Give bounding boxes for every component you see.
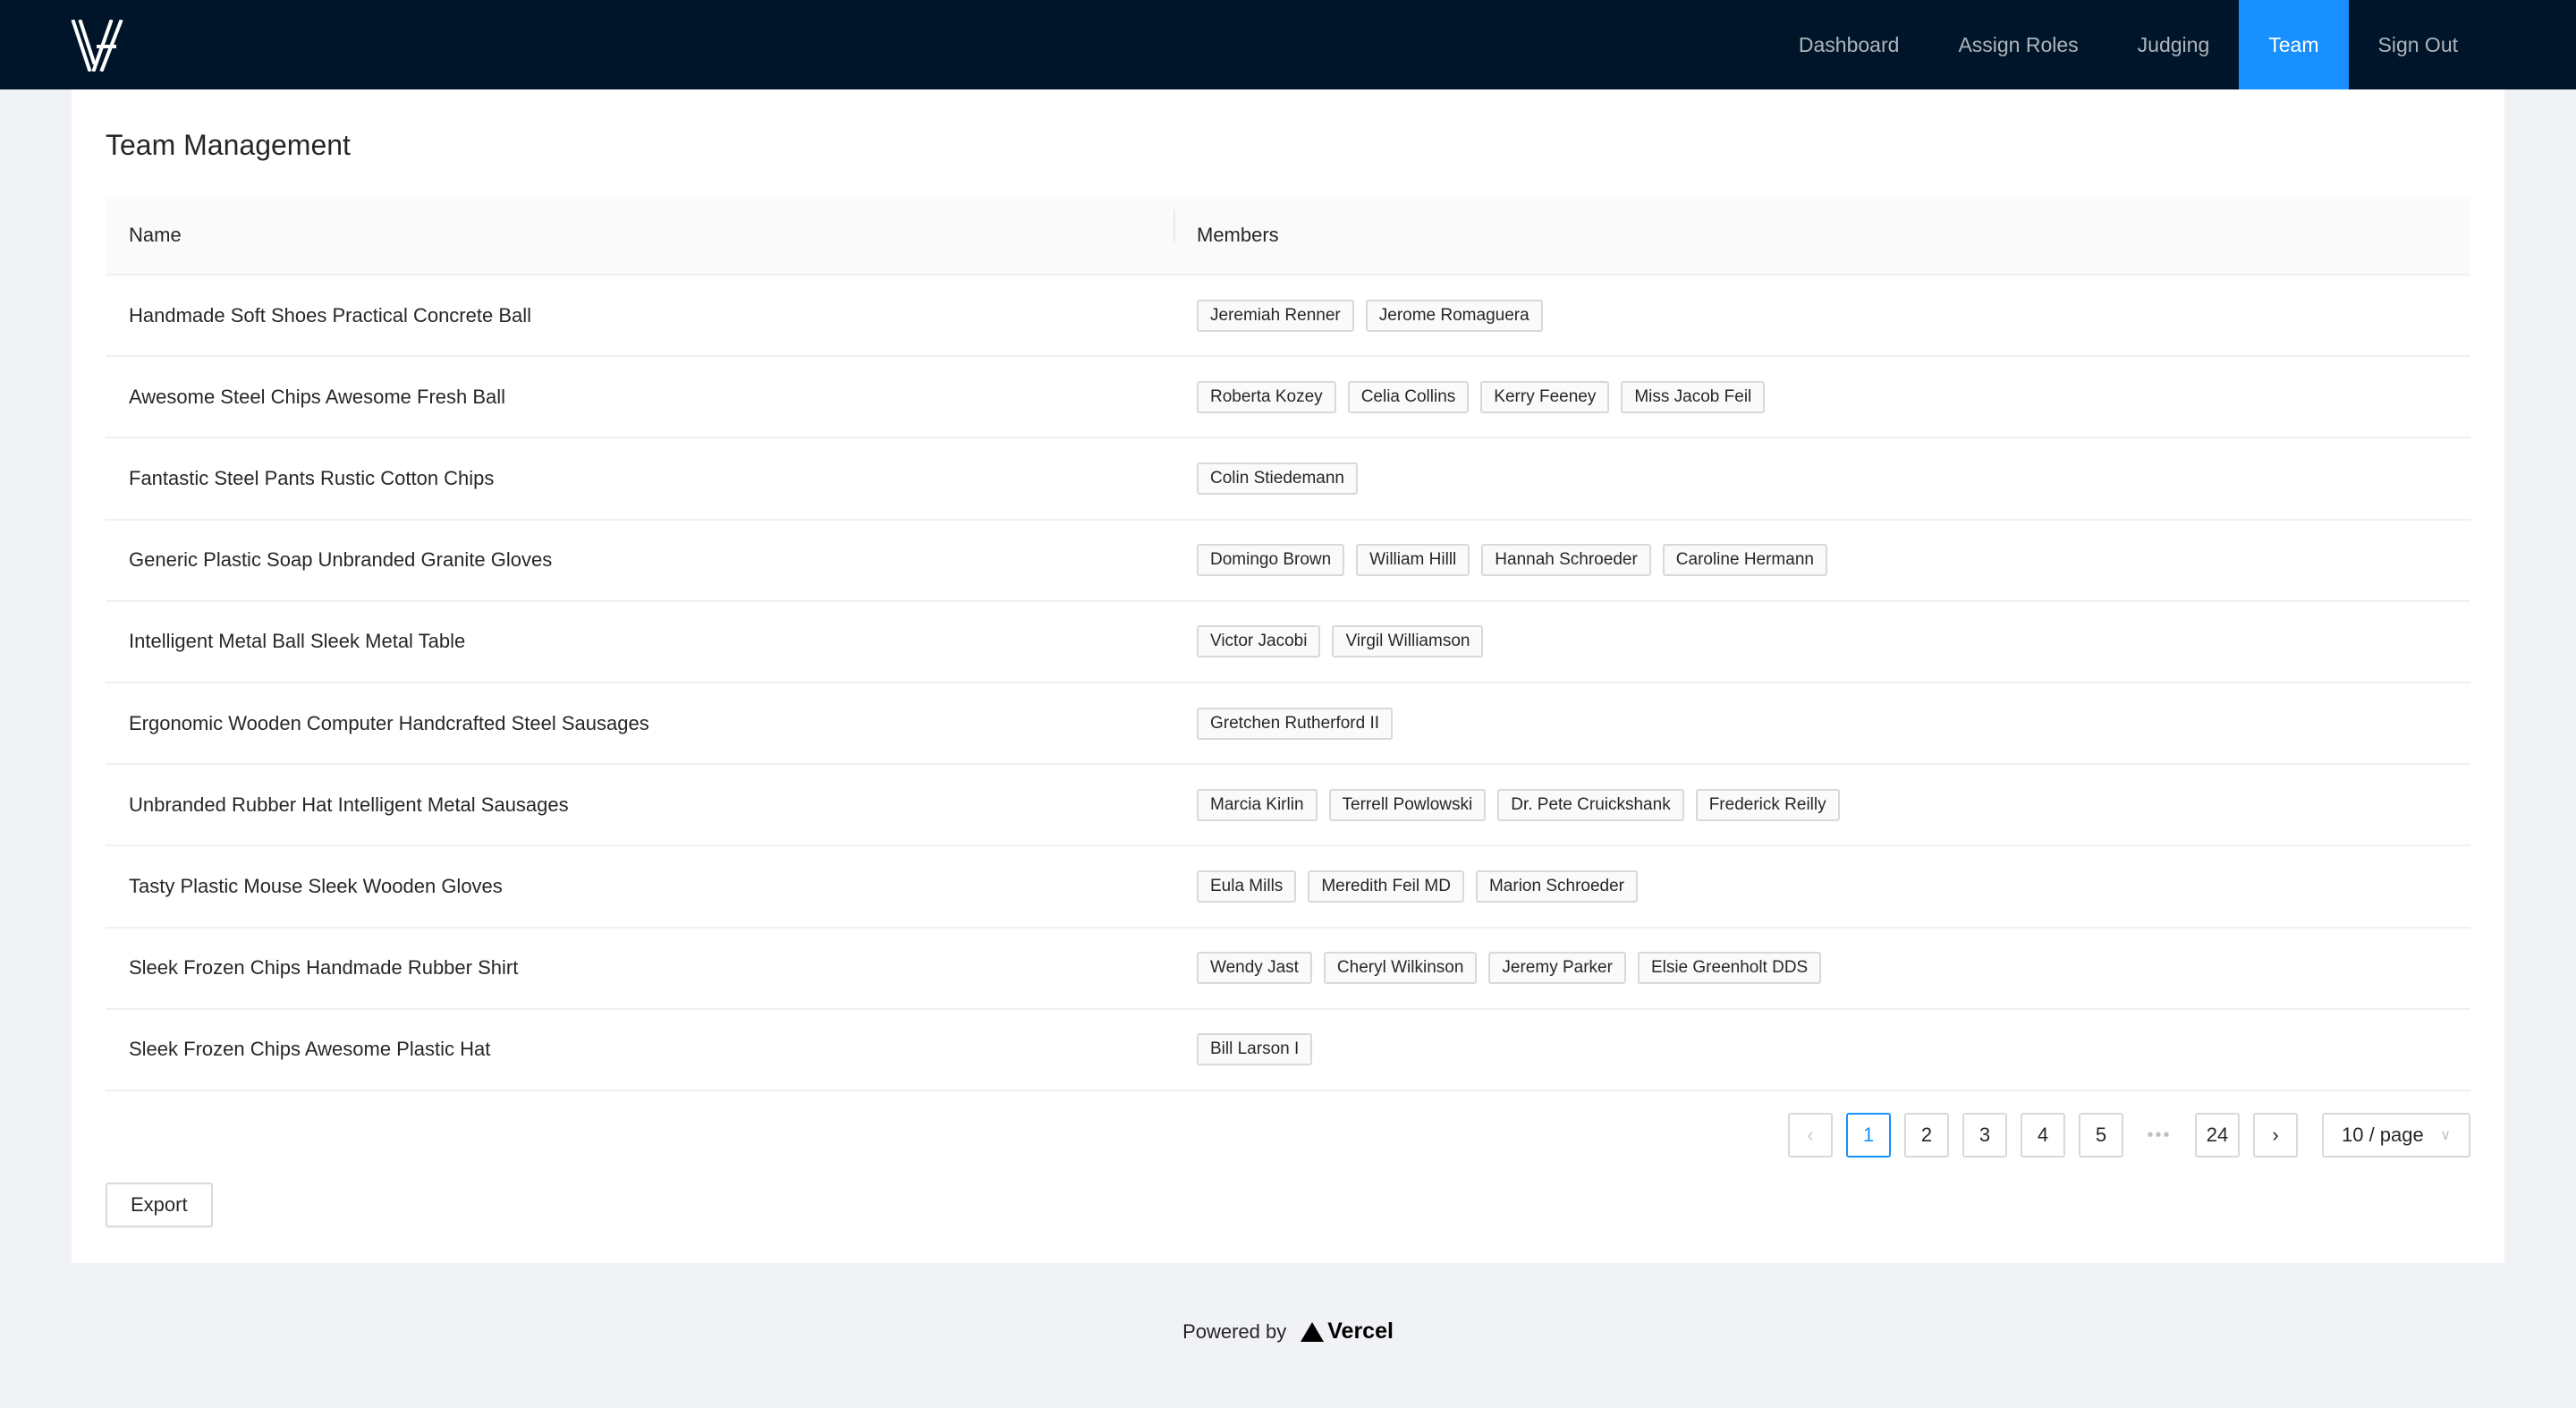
nav-assign-roles[interactable]: Assign Roles	[1928, 0, 2107, 89]
member-tag: Victor Jacobi	[1197, 625, 1321, 658]
members-cell: Marcia Kirlin Terrell Powlowski Dr. Pete C…	[1174, 788, 2470, 821]
table-row: Ergonomic Wooden Computer Handcrafted St…	[106, 683, 2470, 766]
member-tag: Bill Larson I	[1197, 1033, 1313, 1066]
member-tag: Marcia Kirlin	[1197, 788, 1318, 821]
table-body: Handmade Soft Shoes Practical Concrete B…	[106, 276, 2470, 1091]
table-row: Unbranded Rubber Hat Intelligent Metal S…	[106, 765, 2470, 847]
page-title: Team Management	[106, 129, 351, 161]
table-row: Fantastic Steel Pants Rustic Cotton Chip…	[106, 438, 2470, 521]
member-tag: Colin Stiedemann	[1197, 462, 1358, 495]
team-name-cell: Awesome Steel Chips Awesome Fresh Ball	[129, 385, 506, 408]
team-name-cell: Tasty Plastic Mouse Sleek Wooden Gloves	[129, 874, 503, 897]
page-button-5[interactable]: 5	[2079, 1113, 2123, 1158]
member-tag: Jeremiah Renner	[1197, 299, 1354, 332]
table-row: Generic Plastic Soap Unbranded Granite G…	[106, 521, 2470, 602]
table-row: Handmade Soft Shoes Practical Concrete B…	[106, 276, 2470, 358]
pagination: ‹ 1 2 3 4 5 ••• 24 › 10 / page ∨	[1788, 1113, 2470, 1158]
page-size-select[interactable]: 10 / page ∨	[2322, 1113, 2470, 1158]
member-tag: Jerome Romaguera	[1365, 299, 1543, 332]
member-tag: Caroline Hermann	[1662, 544, 1827, 577]
members-cell: Roberta Kozey Celia Collins Kerry Feeney Mi…	[1174, 380, 2470, 413]
page-button-2[interactable]: 2	[1904, 1113, 1949, 1158]
jump-next-ellipsis[interactable]: •••	[2137, 1125, 2182, 1146]
chevron-right-icon: ›	[2272, 1124, 2279, 1146]
member-tag: Miss Jacob Feil	[1621, 380, 1766, 413]
table-row: Sleek Frozen Chips Awesome Plastic Hat Bi…	[106, 1010, 2470, 1091]
member-tag: Meredith Feil MD	[1308, 869, 1464, 903]
member-tag: Terrell Powlowski	[1328, 788, 1487, 821]
nav-sign-out[interactable]: Sign Out	[2349, 0, 2488, 89]
footer: Powered by Vercel	[0, 1319, 2576, 1344]
member-tag: Celia Collins	[1347, 380, 1470, 413]
member-tag: Frederick Reilly	[1695, 788, 1840, 821]
team-name-cell: Sleek Frozen Chips Handmade Rubber Shirt	[129, 956, 519, 980]
member-tag: Wendy Jast	[1197, 952, 1312, 985]
table-row: Intelligent Metal Ball Sleek Metal Table…	[106, 602, 2470, 683]
team-name-cell: Ergonomic Wooden Computer Handcrafted St…	[129, 711, 649, 734]
prev-page-button[interactable]: ‹	[1788, 1113, 1833, 1158]
app-logo-icon[interactable]	[70, 19, 125, 72]
chevron-down-icon: ∨	[2440, 1128, 2451, 1143]
page-button-4[interactable]: 4	[2021, 1113, 2065, 1158]
table-row: Tasty Plastic Mouse Sleek Wooden Gloves E…	[106, 846, 2470, 929]
members-cell: Domingo Brown William Hilll Hannah Schroed…	[1174, 544, 2470, 577]
content-card: Team Management Name Members Handmade So…	[72, 89, 2504, 1263]
page-button-1[interactable]: 1	[1846, 1113, 1891, 1158]
vercel-brand-text: Vercel	[1327, 1319, 1394, 1344]
main-nav: Dashboard Assign Roles Judging Team Sign…	[1769, 0, 2576, 89]
vercel-triangle-icon	[1301, 1321, 1325, 1342]
member-tag: Hannah Schroeder	[1481, 544, 1651, 577]
member-tag: William Hilll	[1356, 544, 1470, 577]
member-tag: Domingo Brown	[1197, 544, 1345, 577]
member-tag: Roberta Kozey	[1197, 380, 1336, 413]
member-tag: Virgil Williamson	[1332, 625, 1484, 658]
team-name-cell: Unbranded Rubber Hat Intelligent Metal S…	[129, 793, 569, 816]
member-tag: Dr. Pete Cruickshank	[1497, 788, 1684, 821]
member-tag: Elsie Greenholt DDS	[1637, 952, 1822, 985]
table-row: Awesome Steel Chips Awesome Fresh Ball Ro…	[106, 357, 2470, 439]
member-tag: Cheryl Wilkinson	[1323, 952, 1478, 985]
member-tag: Jeremy Parker	[1488, 952, 1626, 985]
table-header: Name Members	[106, 197, 2470, 276]
column-header-members: Members	[1174, 209, 2470, 247]
team-name-cell: Handmade Soft Shoes Practical Concrete B…	[129, 303, 532, 327]
team-name-cell: Generic Plastic Soap Unbranded Granite G…	[129, 548, 553, 572]
nav-team[interactable]: Team	[2239, 0, 2349, 89]
members-cell: Jeremiah Renner Jerome Romaguera	[1174, 299, 2470, 332]
page-button-3[interactable]: 3	[1962, 1113, 2007, 1158]
members-cell: Eula Mills Meredith Feil MD Marion Schroed…	[1174, 869, 2470, 903]
nav-judging[interactable]: Judging	[2108, 0, 2240, 89]
table-row: Sleek Frozen Chips Handmade Rubber Shirt…	[106, 929, 2470, 1010]
teams-table: Name Members Handmade Soft Shoes Practic…	[106, 197, 2470, 1091]
chevron-left-icon: ‹	[1807, 1124, 1814, 1146]
top-nav-bar: Dashboard Assign Roles Judging Team Sign…	[0, 0, 2576, 89]
team-name-cell: Fantastic Steel Pants Rustic Cotton Chip…	[129, 466, 495, 489]
next-page-button[interactable]: ›	[2253, 1113, 2298, 1158]
member-tag: Eula Mills	[1197, 869, 1297, 903]
page-size-value: 10 / page	[2342, 1124, 2424, 1146]
member-tag: Kerry Feeney	[1480, 380, 1610, 413]
page-button-last[interactable]: 24	[2195, 1113, 2240, 1158]
nav-dashboard[interactable]: Dashboard	[1769, 0, 1929, 89]
export-button[interactable]: Export	[106, 1183, 213, 1227]
vercel-brand[interactable]: Vercel	[1301, 1319, 1394, 1344]
team-name-cell: Intelligent Metal Ball Sleek Metal Table	[129, 630, 466, 653]
member-tag: Gretchen Rutherford II	[1197, 707, 1394, 740]
column-header-name: Name	[129, 224, 182, 246]
members-cell: Victor Jacobi Virgil Williamson	[1174, 625, 2470, 658]
members-cell: Gretchen Rutherford II	[1174, 707, 2470, 740]
member-tag: Marion Schroeder	[1475, 869, 1638, 903]
members-cell: Bill Larson I	[1174, 1033, 2470, 1066]
members-cell: Wendy Jast Cheryl Wilkinson Jeremy Parker E…	[1174, 952, 2470, 985]
powered-by-text: Powered by	[1182, 1319, 1287, 1343]
team-name-cell: Sleek Frozen Chips Awesome Plastic Hat	[129, 1038, 491, 1061]
members-cell: Colin Stiedemann	[1174, 462, 2470, 495]
